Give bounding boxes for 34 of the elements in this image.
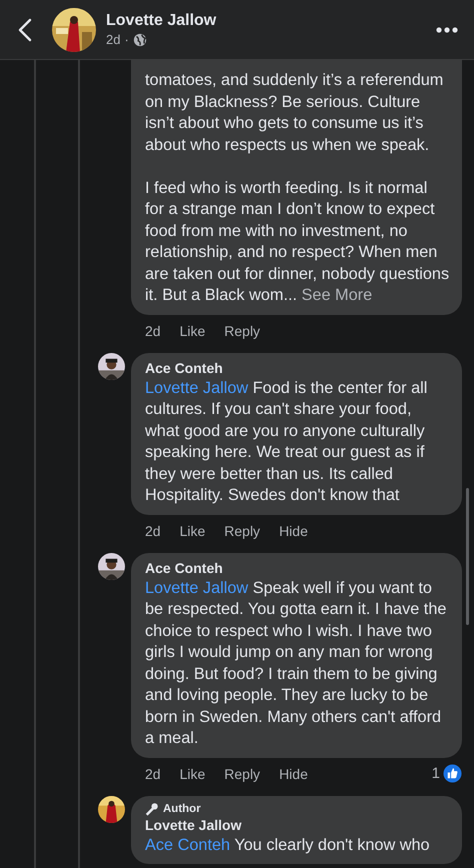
- comment-action[interactable]: Hide: [279, 766, 308, 782]
- separator: ·: [124, 32, 129, 47]
- commenter-name[interactable]: Lovette Jallow: [145, 816, 450, 834]
- comment-action[interactable]: Like: [180, 522, 206, 538]
- commenter-name[interactable]: Ace Conteh: [145, 358, 450, 378]
- comment-action[interactable]: Reply: [224, 766, 260, 782]
- comment-text: Lovette Jallow Speak well if you want to be respected. You gotta earn it. I have the choice to respect who I wish. I have two girls I would jump on any man for wrong doing. But food? I train them to be giving and loving people. They are lucky to be born in Sweden. Many others can't afford a meal.: [145, 578, 448, 749]
- reaction-count[interactable]: 1: [432, 764, 440, 784]
- comment-text: Ace Conteh You clearly don't know who: [145, 834, 431, 856]
- comment-time: 2d: [145, 764, 161, 784]
- comment-text: tomatoes, and suddenly it’s a referendum on my Blackness? Be serious. Culture isn’t about who gets to consume us it’s about who respects us when we speak.: [145, 70, 444, 156]
- commenter-name[interactable]: Ace Conteh: [145, 558, 450, 578]
- like-icon[interactable]: [443, 764, 462, 783]
- comment-time: 2d: [145, 522, 161, 540]
- globe-icon: [132, 32, 147, 46]
- comment-action[interactable]: Hide: [279, 522, 308, 538]
- see-more-link[interactable]: See More: [302, 286, 372, 304]
- comment-action[interactable]: Reply: [224, 322, 260, 338]
- comment-text: I feed who is worth feeding. Is it normal for a strange man I don’t know to expect food from me with no investment, no relationship, and no respect? When men are taken out for dinner, nobody questions it. But a Black wom... See More: [145, 178, 450, 306]
- more-icon[interactable]: [436, 26, 458, 32]
- author-label: Author: [163, 802, 201, 814]
- mention-link[interactable]: Ace Conteh: [145, 836, 230, 854]
- mention-link[interactable]: Lovette Jallow: [145, 378, 248, 396]
- mention-link[interactable]: Lovette Jallow: [145, 578, 248, 596]
- page-title[interactable]: Lovette Jallow: [106, 12, 436, 30]
- comment-time: 2d: [145, 322, 161, 340]
- microphone-icon: [145, 802, 159, 816]
- comment-text: Lovette Jallow Food is the center for all cultures. If you can't share your food, what good are you ro anyone culturally speaking here. We treat our guest as if they were better than us. Its called Hospitality. Swedes don't know that: [145, 378, 428, 506]
- back-icon[interactable]: [18, 18, 32, 42]
- scrollbar[interactable]: [466, 488, 469, 625]
- post-time: 2d: [106, 32, 120, 47]
- comment-action[interactable]: Like: [180, 322, 206, 338]
- comment-action[interactable]: Like: [180, 766, 206, 782]
- comment-action[interactable]: Reply: [224, 522, 260, 538]
